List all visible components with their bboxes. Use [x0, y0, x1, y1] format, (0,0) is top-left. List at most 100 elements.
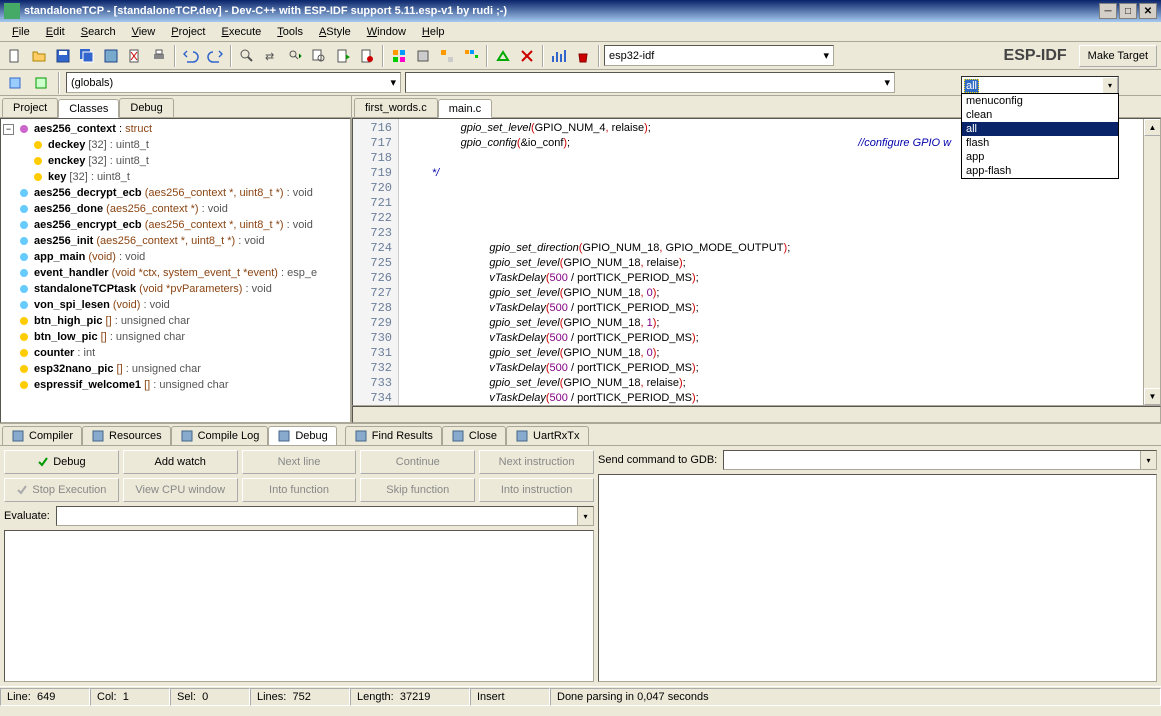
symbol-icon [17, 378, 31, 392]
debug-btn-add-watch[interactable]: Add watch [123, 450, 238, 474]
tree-item[interactable]: aes256_init (aes256_context *, uint8_t *… [3, 233, 348, 249]
gdb-combo[interactable]: ▾ [723, 450, 1157, 470]
tree-item[interactable]: enckey [32] : uint8_t [3, 153, 348, 169]
menu-window[interactable]: Window [359, 24, 414, 40]
editor-hscrollbar[interactable] [352, 406, 1161, 423]
bottom-tab-debug[interactable]: Debug [268, 426, 336, 445]
open-file-icon[interactable] [28, 45, 50, 67]
find-in-files-icon[interactable] [308, 45, 330, 67]
menu-tools[interactable]: Tools [269, 24, 311, 40]
close-button[interactable]: ✕ [1139, 3, 1157, 19]
menu-help[interactable]: Help [414, 24, 453, 40]
tab-project[interactable]: Project [2, 98, 58, 117]
nav-fwd-icon[interactable] [30, 72, 52, 94]
replace-icon[interactable]: ⇄ [260, 45, 282, 67]
tree-item[interactable]: btn_low_pic [] : unsigned char [3, 329, 348, 345]
menu-execute[interactable]: Execute [214, 24, 270, 40]
editor-tab[interactable]: first_words.c [354, 98, 438, 117]
make-target-button[interactable]: Make Target [1079, 45, 1157, 67]
target-option[interactable]: clean [962, 108, 1118, 122]
menu-edit[interactable]: Edit [38, 24, 73, 40]
menu-view[interactable]: View [124, 24, 164, 40]
tree-item[interactable]: standaloneTCPtask (void *pvParameters) :… [3, 281, 348, 297]
profile-icon[interactable] [548, 45, 570, 67]
tree-item[interactable]: event_handler (void *ctx, system_event_t… [3, 265, 348, 281]
tree-item[interactable]: aes256_done (aes256_context *) : void [3, 201, 348, 217]
bottom-tab-find-results[interactable]: Find Results [345, 426, 442, 445]
tree-item[interactable]: btn_high_pic [] : unsigned char [3, 313, 348, 329]
tab-classes[interactable]: Classes [58, 99, 119, 118]
target-option[interactable]: all [962, 122, 1118, 136]
minimize-button[interactable]: ─ [1099, 3, 1117, 19]
save-icon[interactable] [52, 45, 74, 67]
debug-btn-skip-function: Skip function [360, 478, 475, 502]
editor-tab[interactable]: main.c [438, 99, 492, 118]
close-file-icon[interactable] [124, 45, 146, 67]
goto-line-icon[interactable] [332, 45, 354, 67]
tab-debug[interactable]: Debug [119, 98, 173, 117]
compiler-target-combo[interactable]: esp32-idf ▾ [604, 45, 834, 66]
bottom-tab-compile-log[interactable]: Compile Log [171, 426, 269, 445]
redo-icon[interactable] [204, 45, 226, 67]
target-option[interactable]: menuconfig [962, 94, 1118, 108]
tree-item[interactable]: aes256_decrypt_ecb (aes256_context *, ui… [3, 185, 348, 201]
globals-combo[interactable]: (globals) ▾ [66, 72, 401, 93]
find-next-icon[interactable] [284, 45, 306, 67]
debug-icon[interactable] [492, 45, 514, 67]
editor-vscrollbar[interactable]: ▲ ▼ [1143, 119, 1160, 405]
menu-project[interactable]: Project [163, 24, 213, 40]
run-icon[interactable] [412, 45, 434, 67]
tree-item[interactable]: app_main (void) : void [3, 249, 348, 265]
rebuild-icon[interactable] [460, 45, 482, 67]
compile-icon[interactable] [388, 45, 410, 67]
new-file-icon[interactable] [4, 45, 26, 67]
tree-item[interactable]: −aes256_context : struct [3, 121, 348, 137]
scroll-down-icon[interactable]: ▼ [1144, 388, 1161, 405]
bottom-tab-resources[interactable]: Resources [82, 426, 171, 445]
gdb-output[interactable] [598, 474, 1157, 682]
debug-btn-debug[interactable]: Debug [4, 450, 119, 474]
undo-icon[interactable] [180, 45, 202, 67]
target-dropdown-list[interactable]: menuconfigcleanallflashappapp-flash [961, 93, 1119, 179]
target-option[interactable]: app [962, 150, 1118, 164]
tree-item[interactable]: espressif_welcome1 [] : unsigned char [3, 377, 348, 393]
tree-item[interactable]: counter : int [3, 345, 348, 361]
symbol-icon [17, 298, 31, 312]
print-icon[interactable] [148, 45, 170, 67]
symbol-icon [17, 202, 31, 216]
menu-astyle[interactable]: AStyle [311, 24, 359, 40]
tree-toggle-icon[interactable]: − [3, 124, 14, 135]
tree-item[interactable]: esp32nano_pic [] : unsigned char [3, 361, 348, 377]
evaluate-output[interactable] [4, 530, 594, 682]
maximize-button[interactable]: □ [1119, 3, 1137, 19]
bottom-tab-close[interactable]: Close [442, 426, 506, 445]
tree-item[interactable]: von_spi_lesen (void) : void [3, 297, 348, 313]
tree-item[interactable]: aes256_encrypt_ecb (aes256_context *, ui… [3, 217, 348, 233]
debug-buttons-row1: DebugAdd watchNext lineContinueNext inst… [4, 450, 594, 474]
class-tree[interactable]: −aes256_context : structdeckey [32] : ui… [0, 118, 351, 423]
save-all-icon[interactable] [76, 45, 98, 67]
find-icon[interactable] [236, 45, 258, 67]
target-option[interactable]: flash [962, 136, 1118, 150]
bottom-tab-compiler[interactable]: Compiler [2, 426, 82, 445]
menu-file[interactable]: File [4, 24, 38, 40]
stop-debug-icon[interactable] [516, 45, 538, 67]
bottom-tab-uartrxtx[interactable]: UartRxTx [506, 426, 588, 445]
tree-item[interactable]: deckey [32] : uint8_t [3, 137, 348, 153]
tree-item[interactable]: key [32] : uint8_t [3, 169, 348, 185]
save-as-icon[interactable] [100, 45, 122, 67]
bookmark-icon[interactable] [356, 45, 378, 67]
left-panel: ProjectClassesDebug −aes256_context : st… [0, 96, 352, 423]
nav-back-icon[interactable] [4, 72, 26, 94]
x-icon [16, 484, 28, 496]
compile-run-icon[interactable] [436, 45, 458, 67]
menu-search[interactable]: Search [73, 24, 124, 40]
chevron-down-icon[interactable]: ▾ [1102, 77, 1118, 94]
symbol-combo[interactable]: ▾ [405, 72, 895, 93]
clean-icon[interactable] [572, 45, 594, 67]
scroll-up-icon[interactable]: ▲ [1144, 119, 1161, 136]
debug-btn-stop-execution: Stop Execution [4, 478, 119, 502]
debug-btn-continue: Continue [360, 450, 475, 474]
evaluate-combo[interactable]: ▾ [56, 506, 594, 526]
target-option[interactable]: app-flash [962, 164, 1118, 178]
